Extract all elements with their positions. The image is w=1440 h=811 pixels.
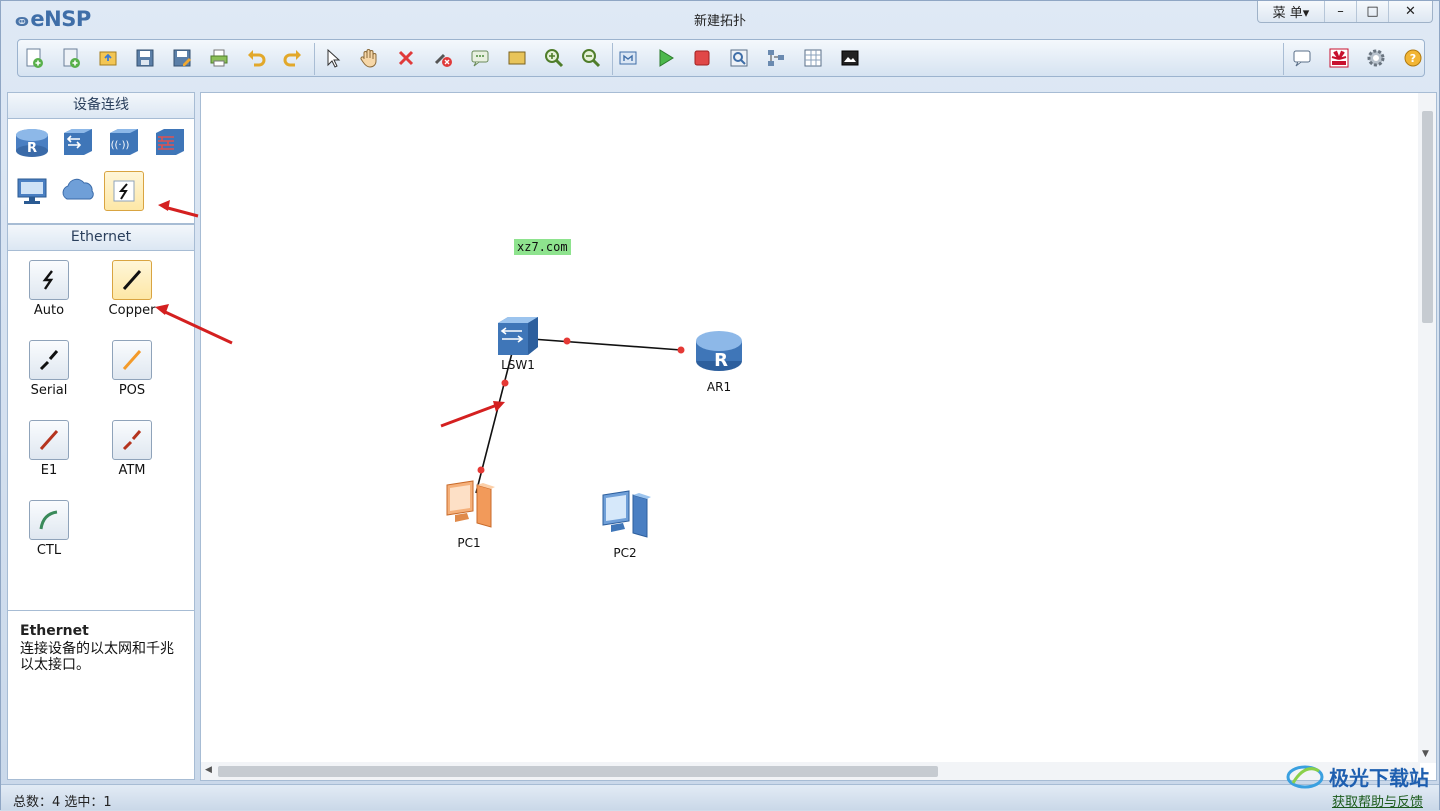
brand-logo-icon (1286, 765, 1324, 789)
node-lsw1-label: LSW1 (501, 358, 535, 372)
node-ar1-label: AR1 (706, 380, 732, 394)
watermark-tag: xz7.com (514, 239, 571, 255)
status-bar: 总数：4 选中：1 获取帮助与反馈 (1, 784, 1439, 810)
port-dot (501, 379, 509, 387)
switch-icon (498, 317, 538, 355)
annotation-arrow (158, 200, 199, 218)
app-window: ꙫeNSP 新建拓扑 菜 单▾ – □ ✕ ? 设备连线 R ((·)) Eth… (0, 0, 1440, 810)
annotation-arrow (440, 401, 505, 428)
node-lsw1[interactable]: LSW1 (491, 313, 545, 372)
status-count: 总数：4 选中：1 (13, 795, 112, 810)
topology-links (155, 200, 685, 494)
port-dot (677, 346, 685, 354)
port-dot (563, 337, 571, 345)
pc-icon (602, 490, 651, 538)
annotation-arrow (155, 304, 233, 345)
pc-icon (446, 480, 495, 528)
brand-watermark: 极光下载站 (1285, 761, 1429, 791)
node-pc2[interactable]: PC2 (595, 489, 655, 560)
port-dot (477, 466, 485, 474)
node-pc2-label: PC2 (613, 546, 637, 560)
node-pc1[interactable]: PC1 (439, 479, 499, 550)
router-icon: R (696, 331, 742, 371)
help-feedback-link[interactable]: 获取帮助与反馈 (1332, 791, 1423, 810)
brand-watermark-text: 极光下载站 (1329, 765, 1429, 790)
svg-text:R: R (714, 350, 728, 371)
node-ar1[interactable]: R AR1 (691, 327, 747, 394)
node-pc1-label: PC1 (457, 536, 481, 550)
